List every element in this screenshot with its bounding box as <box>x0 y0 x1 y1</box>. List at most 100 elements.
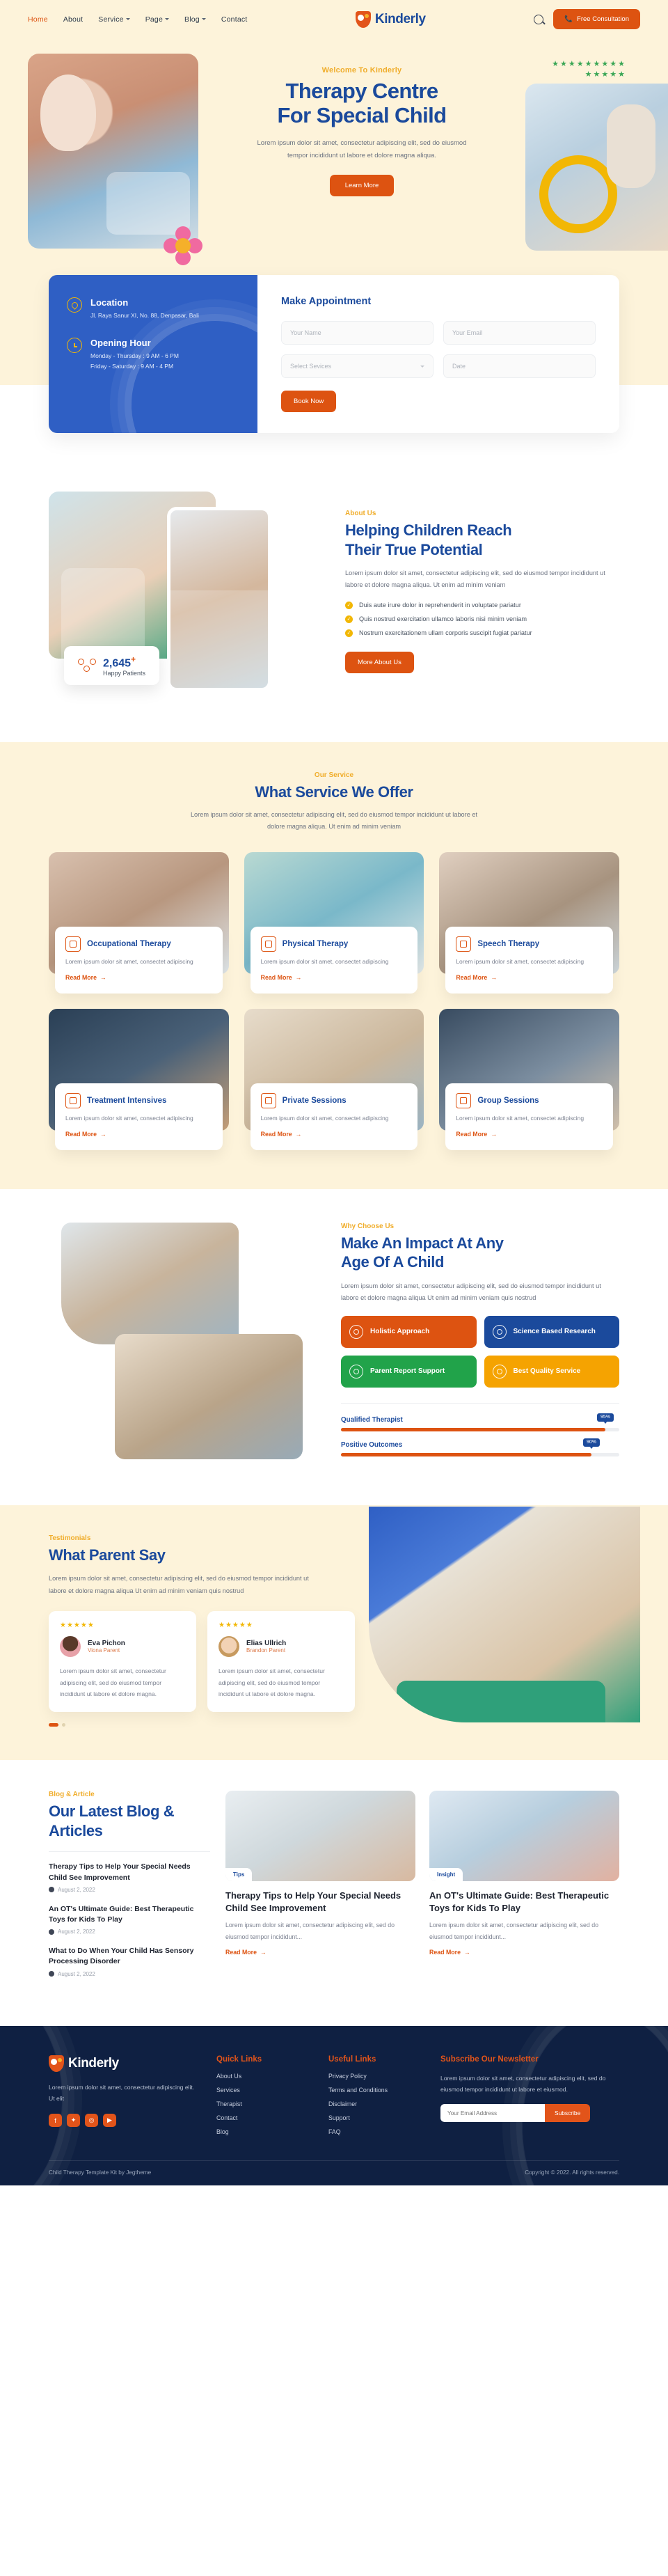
footer-link-faq[interactable]: FAQ <box>328 2128 422 2135</box>
youtube-icon[interactable]: ▶ <box>103 2114 116 2128</box>
carousel-dot-active[interactable] <box>49 1723 58 1727</box>
search-icon[interactable] <box>534 14 544 24</box>
footer-link-therapist[interactable]: Therapist <box>216 2100 310 2107</box>
read-more-link[interactable]: Read More → <box>225 1949 267 1956</box>
footer-link-blog[interactable]: Blog <box>216 2128 310 2135</box>
email-input[interactable]: Your Email <box>443 321 596 345</box>
list-item[interactable]: An OT's Ultimate Guide: Best Therapeutic… <box>49 1904 210 1935</box>
blog-title: Our Latest Blog & Articles <box>49 1802 210 1840</box>
read-more-link[interactable]: Read More → <box>456 1131 497 1138</box>
date-input[interactable]: Date <box>443 354 596 378</box>
about-section: 2,645+ Happy Patients About Us Helping C… <box>0 475 668 742</box>
cta-label: Free Consultation <box>577 15 629 23</box>
footer-link-terms[interactable]: Terms and Conditions <box>328 2087 422 2094</box>
nav-item-contact[interactable]: Contact <box>221 15 248 24</box>
name-input[interactable]: Your Name <box>281 321 434 345</box>
stat-label: Happy Patients <box>103 670 146 677</box>
feature-science-based-research[interactable]: Science Based Research <box>484 1315 619 1348</box>
feature-parent-report-support[interactable]: Parent Report Support <box>341 1355 477 1388</box>
feature-label: Parent Report Support <box>370 1367 445 1376</box>
facebook-icon[interactable]: f <box>49 2114 62 2128</box>
footer-link-privacy-policy[interactable]: Privacy Policy <box>328 2073 422 2080</box>
progress-track: 95% <box>341 1413 619 1431</box>
service-card[interactable]: Physical Therapy Lorem ipsum dolor sit a… <box>244 852 424 994</box>
read-more-link[interactable]: Read More → <box>429 1949 470 1956</box>
chevron-down-icon <box>125 18 130 20</box>
site-logo[interactable]: Kinderly <box>355 10 426 28</box>
read-more-link[interactable]: Read More → <box>65 1131 106 1138</box>
footer-link-contact[interactable]: Contact <box>216 2114 310 2121</box>
service-desc: Lorem ipsum dolor sit amet, consectet ad… <box>65 958 193 966</box>
blog-card[interactable]: Insight An OT's Ultimate Guide: Best The… <box>429 1791 619 1958</box>
why-feature-grid: Holistic Approach Science Based Research… <box>341 1315 619 1388</box>
newsletter-description: Lorem ipsum dolor sit amet, consectetur … <box>440 2074 606 2093</box>
check-label: Quis nostrud exercitation ullamco labori… <box>359 615 527 623</box>
footer-logo[interactable]: Kinderly <box>49 2055 198 2072</box>
nav-item-page[interactable]: Page <box>145 15 170 24</box>
nav-item-about[interactable]: About <box>63 15 83 24</box>
badge-thumb-icon <box>492 1364 507 1379</box>
read-more-link[interactable]: Read More → <box>456 974 497 981</box>
testimonial-quote: Lorem ipsum dolor sit amet, consectetur … <box>60 1667 166 1698</box>
service-select[interactable]: Select Sevices <box>281 354 434 378</box>
free-consultation-button[interactable]: 📞 Free Consultation <box>553 9 640 29</box>
newsletter-email-input[interactable] <box>440 2104 545 2123</box>
nav-item-home[interactable]: Home <box>28 15 48 24</box>
feature-label: Holistic Approach <box>370 1328 430 1336</box>
progress-fill <box>341 1452 591 1456</box>
footer-link-about-us[interactable]: About Us <box>216 2073 310 2080</box>
service-card[interactable]: Occupational Therapy Lorem ipsum dolor s… <box>49 852 229 994</box>
location-value: Jl. Raya Sanur XI, No. 88, Denpasar, Bal… <box>90 312 199 319</box>
service-desc: Lorem ipsum dolor sit amet, consectet ad… <box>456 958 584 966</box>
nav-item-blog[interactable]: Blog <box>184 15 206 24</box>
service-card[interactable]: Private Sessions Lorem ipsum dolor sit a… <box>244 1009 424 1150</box>
appointment-card: Location Jl. Raya Sanur XI, No. 88, Denp… <box>49 275 619 433</box>
list-item[interactable]: Therapy Tips to Help Your Special Needs … <box>49 1862 210 1893</box>
book-now-button[interactable]: Book Now <box>281 391 337 412</box>
feature-label: Science Based Research <box>513 1328 596 1336</box>
blog-card-image: Tips <box>225 1791 415 1882</box>
read-more-link[interactable]: Read More → <box>65 974 106 981</box>
service-title: Group Sessions <box>477 1097 539 1106</box>
blog-card[interactable]: Tips Therapy Tips to Help Your Special N… <box>225 1791 415 1958</box>
read-more-label: Read More <box>429 1948 461 1956</box>
hero-content: Welcome To Kinderly Therapy Centre For S… <box>198 38 525 196</box>
hero-learn-more-button[interactable]: Learn More <box>329 174 395 196</box>
testimonials-content: Testimonials What Parent Say Lorem ipsum… <box>49 1534 355 1727</box>
why-description: Lorem ipsum dolor sit amet, consectetur … <box>341 1282 601 1302</box>
read-more-link[interactable]: Read More → <box>261 1131 302 1138</box>
footer-link-support[interactable]: Support <box>328 2114 422 2121</box>
stat-number: 2,645 <box>103 657 132 670</box>
happy-patients-stat: 2,645+ Happy Patients <box>64 646 160 686</box>
service-card[interactable]: Treatment Intensives Lorem ipsum dolor s… <box>49 1009 229 1150</box>
subscribe-button[interactable]: Subscribe <box>545 2104 591 2123</box>
parents-icon <box>349 1364 363 1379</box>
hours-line2: Friday - Saturday : 9 AM - 4 PM <box>90 362 174 370</box>
date-label: August 2, 2022 <box>58 1970 95 1977</box>
feature-best-quality-service[interactable]: Best Quality Service <box>484 1355 619 1388</box>
carousel-dots[interactable] <box>49 1723 355 1727</box>
about-title-line2: Their True Potential <box>345 540 483 558</box>
testimonial-author: Eva Pichon Viona Parent <box>60 1636 185 1658</box>
testimonial-image <box>369 1506 640 1722</box>
service-card[interactable]: Group Sessions Lorem ipsum dolor sit ame… <box>439 1009 619 1150</box>
service-card[interactable]: Speech Therapy Lorem ipsum dolor sit ame… <box>439 852 619 994</box>
nav-label: Page <box>145 15 164 24</box>
service-title: Occupational Therapy <box>87 940 171 949</box>
progress-track: 90% <box>341 1438 619 1456</box>
list-item: ✓ Duis aute irure dolor in reprehenderit … <box>345 601 619 609</box>
feature-holistic-approach[interactable]: Holistic Approach <box>341 1315 477 1348</box>
carousel-dot[interactable] <box>62 1723 65 1727</box>
skill-bars: Qualified Therapist 95% Positive Outcome… <box>341 1402 619 1456</box>
footer-link-services[interactable]: Services <box>216 2087 310 2094</box>
nav-item-service[interactable]: Service <box>98 15 130 24</box>
instagram-icon[interactable]: ◎ <box>85 2114 98 2128</box>
blog-card-desc: Lorem ipsum dolor sit amet, consectetur … <box>225 1922 395 1940</box>
check-icon: ✓ <box>345 601 353 609</box>
footer-link-disclaimer[interactable]: Disclaimer <box>328 2100 422 2107</box>
site-header: Home About Service Page Blog Contact Kin… <box>0 0 668 38</box>
list-item[interactable]: What to Do When Your Child Has Sensory P… <box>49 1946 210 1977</box>
read-more-link[interactable]: Read More → <box>261 974 302 981</box>
twitter-icon[interactable]: ✦ <box>67 2114 80 2128</box>
more-about-us-button[interactable]: More About Us <box>345 651 414 673</box>
